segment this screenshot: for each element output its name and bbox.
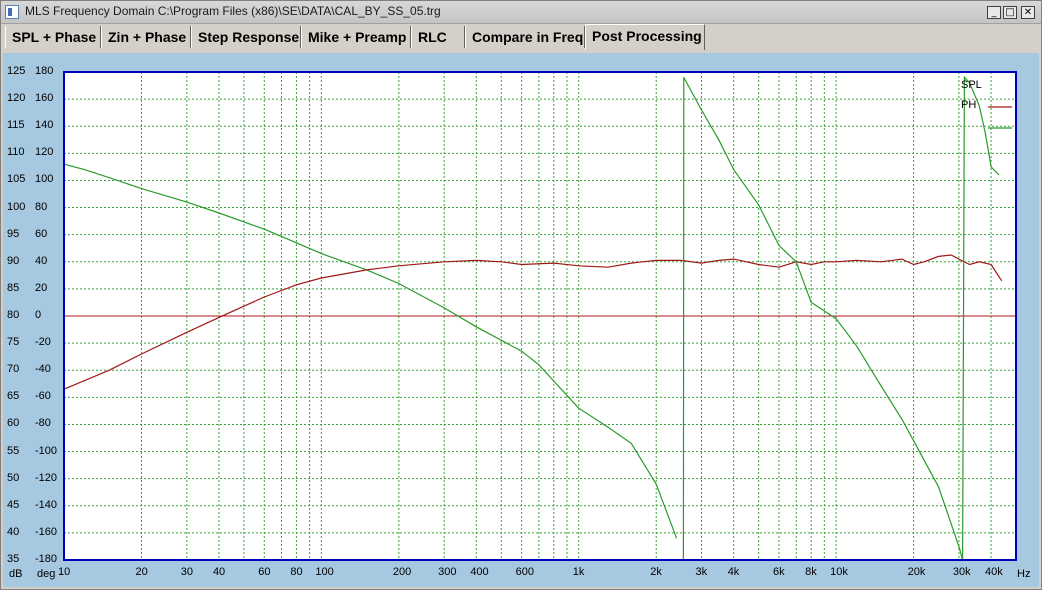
x-tick-label: 40k: [985, 566, 1003, 578]
y-tick-label-db: 75: [7, 336, 20, 349]
y-tick-label-deg: -60: [35, 390, 51, 403]
x-tick-label: 6k: [773, 566, 785, 578]
y-tick-label-db: 110: [7, 146, 25, 159]
x-axis-unit: Hz: [1017, 568, 1031, 580]
frequency-response-chart[interactable]: [0, 0, 1042, 590]
y-tick-label-deg: -120: [35, 471, 58, 484]
y-tick-label-deg: -80: [35, 417, 51, 430]
x-tick-label: 300: [438, 566, 457, 578]
x-tick-label: 30: [180, 566, 194, 578]
x-tick-label: 100: [315, 566, 334, 578]
y-tick-label-deg: -100: [35, 444, 58, 457]
legend-label-spl: SPL: [961, 79, 982, 91]
y-tick-label-deg: 100: [35, 173, 54, 186]
y-tick-label-deg: 160: [35, 92, 54, 105]
x-tick-label: 600: [515, 566, 534, 578]
y-tick-label-deg: -140: [35, 498, 58, 511]
y-axis-unit-db: dB: [9, 568, 23, 580]
legend-label-ph: PH: [961, 99, 977, 111]
x-tick-label: 3k: [695, 566, 708, 578]
y-tick-label-db: 50: [7, 471, 20, 484]
x-tick-label: 20k: [907, 566, 926, 578]
y-tick-label-db: 85: [7, 281, 20, 294]
y-tick-label-deg: 80: [35, 200, 48, 213]
x-tick-label: 4k: [727, 566, 740, 578]
y-tick-label-deg: -40: [35, 363, 51, 376]
x-tick-label: 200: [392, 566, 412, 578]
y-tick-label-db: 55: [7, 444, 20, 457]
y-tick-label-db: 125: [7, 65, 26, 77]
x-tick-label: 10: [58, 566, 71, 578]
y-tick-label-db: 65: [7, 390, 20, 403]
y-tick-label-deg: 0: [35, 309, 42, 321]
y-tick-label-db: 60: [7, 417, 20, 430]
y-tick-label-db: 95: [7, 227, 20, 240]
y-tick-label-db: 115: [7, 119, 25, 132]
y-tick-label-db: 80: [7, 309, 20, 321]
y-tick-label-deg: 20: [35, 281, 48, 294]
y-tick-label-db: 45: [7, 498, 20, 511]
y-axis-unit-deg: deg: [37, 568, 56, 580]
y-tick-label-db: 105: [7, 173, 26, 186]
y-tick-label-db: 100: [7, 200, 26, 213]
y-tick-label-db: 35: [7, 553, 20, 565]
y-tick-label-deg: 180: [35, 65, 54, 77]
y-tick-label-deg: -160: [35, 525, 58, 538]
x-tick-label: 10k: [830, 566, 848, 578]
x-tick-label: 8k: [805, 566, 817, 578]
x-tick-label: 2k: [650, 566, 662, 578]
y-tick-label-deg: 60: [35, 227, 48, 240]
x-tick-label: 60: [258, 566, 271, 578]
y-tick-label-deg: 140: [35, 119, 54, 132]
y-tick-label-deg: -20: [35, 336, 51, 349]
x-tick-label: 40: [212, 566, 226, 578]
y-tick-label-deg: -180: [35, 553, 58, 565]
y-tick-label-deg: 40: [35, 254, 48, 267]
y-tick-label-db: 70: [7, 363, 20, 376]
x-tick-label: 400: [470, 566, 489, 578]
y-tick-label-db: 40: [7, 525, 20, 538]
y-tick-label-deg: 120: [35, 146, 54, 159]
x-tick-label: 1k: [572, 566, 585, 578]
y-tick-label-db: 120: [7, 92, 26, 105]
x-tick-label: 80: [290, 566, 303, 578]
x-tick-label: 30k: [952, 566, 971, 578]
y-tick-label-db: 90: [7, 254, 20, 267]
x-tick-label: 20: [135, 566, 148, 578]
